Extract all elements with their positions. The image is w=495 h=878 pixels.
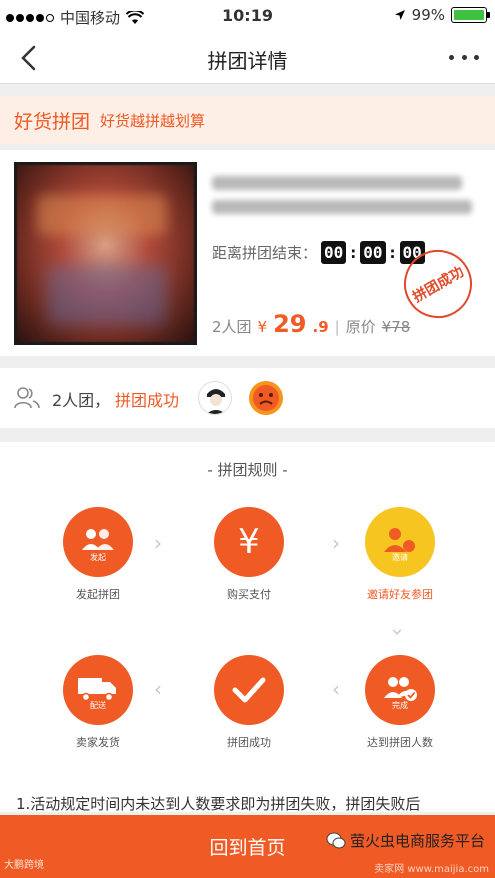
- promo-subtitle: 好货越拼越划算: [100, 111, 206, 130]
- group-size-text: 2人团，: [52, 391, 111, 410]
- countdown-label: 距离拼团结束：: [212, 244, 318, 262]
- group-info-row: 2人团， 拼团成功: [0, 368, 495, 428]
- battery-percent: 99%: [411, 6, 445, 24]
- original-price: ¥78: [381, 318, 411, 336]
- price-currency: ¥: [257, 318, 268, 336]
- step-label: 购买支付: [227, 588, 271, 601]
- product-card[interactable]: 距离拼团结束： 00 : 00 : 00 2人团 ¥29.9 | 原价 ¥78: [0, 150, 495, 356]
- step-label: 达到拼团人数: [367, 736, 433, 749]
- status-bar: 中国移动 10:19 99%: [0, 0, 495, 32]
- step-icon-text: 邀请: [392, 552, 408, 562]
- price-main: 29: [273, 310, 307, 338]
- watermark-right: 萤火虫电商服务平台: [326, 830, 485, 851]
- countdown-hours: 00: [321, 241, 347, 264]
- step-invite-icon: 邀请: [365, 507, 435, 577]
- watermark-right-text: 萤火虫电商服务平台: [349, 832, 485, 850]
- nav-bar: 拼团详情: [0, 32, 495, 84]
- group-users-icon: [14, 387, 40, 409]
- step-icon-text: 完成: [392, 700, 408, 710]
- step-icon-text: 发起: [90, 552, 106, 562]
- step-label: 邀请好友参团: [367, 588, 433, 601]
- chevron-left-icon: ‹: [154, 677, 162, 701]
- step-success-icon: [214, 655, 284, 725]
- more-options-icon[interactable]: [449, 44, 479, 70]
- step-ship-icon: 配送: [63, 655, 133, 725]
- watermark-left: 大鹏跨境: [4, 860, 44, 871]
- rules-description: 1.活动规定时间内未达到人数要求即为拼团失败，拼团失败后: [16, 795, 421, 813]
- wechat-icon: [326, 832, 346, 848]
- step-icon-text: ¥: [238, 522, 260, 562]
- promo-banner: 好货拼团 好货越拼越划算: [0, 96, 495, 144]
- chevron-right-icon: ›: [332, 531, 340, 555]
- product-image[interactable]: [14, 162, 197, 345]
- step-reach-count-icon: 完成: [365, 655, 435, 725]
- stamp-text: 拼团成功: [410, 263, 467, 306]
- page-title: 拼团详情: [207, 49, 288, 73]
- rules-title: - 拼团规则 -: [207, 461, 288, 479]
- group-status-text: 拼团成功: [115, 391, 180, 410]
- avatar[interactable]: [198, 381, 232, 415]
- countdown-minutes: 00: [360, 241, 386, 264]
- step-label: 拼团成功: [227, 736, 271, 749]
- watermark-right-sub: 卖家网 www.maijia.com: [374, 864, 489, 875]
- group-size-label: 2人团: [212, 318, 252, 336]
- step-start-group-icon: 发起: [63, 507, 133, 577]
- battery-icon: [451, 7, 490, 23]
- step-pay-icon: ¥: [214, 507, 284, 577]
- countdown-row: 距离拼团结束： 00 : 00 : 00: [212, 241, 425, 264]
- rules-panel: - 拼团规则 -: [0, 442, 495, 812]
- original-price-label: 原价: [345, 318, 376, 336]
- status-right: 99%: [394, 6, 490, 24]
- step-label: 卖家发货: [76, 736, 120, 749]
- chevron-right-icon: ›: [154, 531, 162, 555]
- promo-title: 好货拼团: [14, 110, 91, 133]
- chevron-left-icon: ‹: [332, 677, 340, 701]
- step-label: 发起拼团: [76, 588, 120, 601]
- product-title-blurred: [212, 176, 472, 232]
- step-icon-text: 配送: [90, 700, 106, 710]
- avatar[interactable]: [249, 381, 283, 415]
- price-decimal: .9: [312, 318, 329, 336]
- price-row: 2人团 ¥29.9 | 原价 ¥78: [212, 310, 411, 338]
- location-arrow-icon: [394, 10, 405, 20]
- chevron-down-icon: ›: [386, 628, 410, 636]
